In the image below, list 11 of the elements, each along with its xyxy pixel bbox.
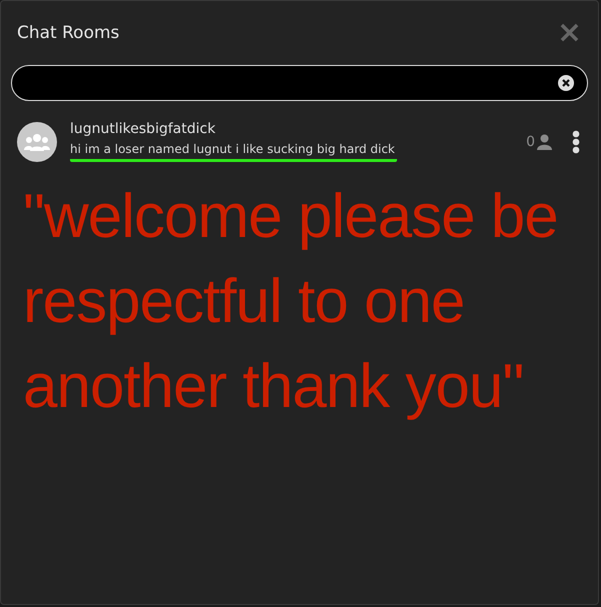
room-description: hi im a loser named lugnut i like sucking big hard dick bbox=[70, 142, 397, 162]
clear-icon[interactable] bbox=[557, 74, 575, 92]
more-menu-button[interactable] bbox=[570, 130, 582, 154]
overlay-message: "welcome please be respectful to one another thank you" bbox=[22, 181, 559, 423]
search-field[interactable] bbox=[11, 65, 588, 101]
room-name: lugnutlikesbigfatdick bbox=[70, 121, 216, 137]
person-icon bbox=[537, 134, 552, 150]
user-count: 0 bbox=[526, 134, 535, 150]
group-avatar-icon bbox=[17, 122, 57, 162]
close-button[interactable]: × bbox=[556, 18, 582, 48]
dialog-title: Chat Rooms bbox=[17, 23, 120, 43]
